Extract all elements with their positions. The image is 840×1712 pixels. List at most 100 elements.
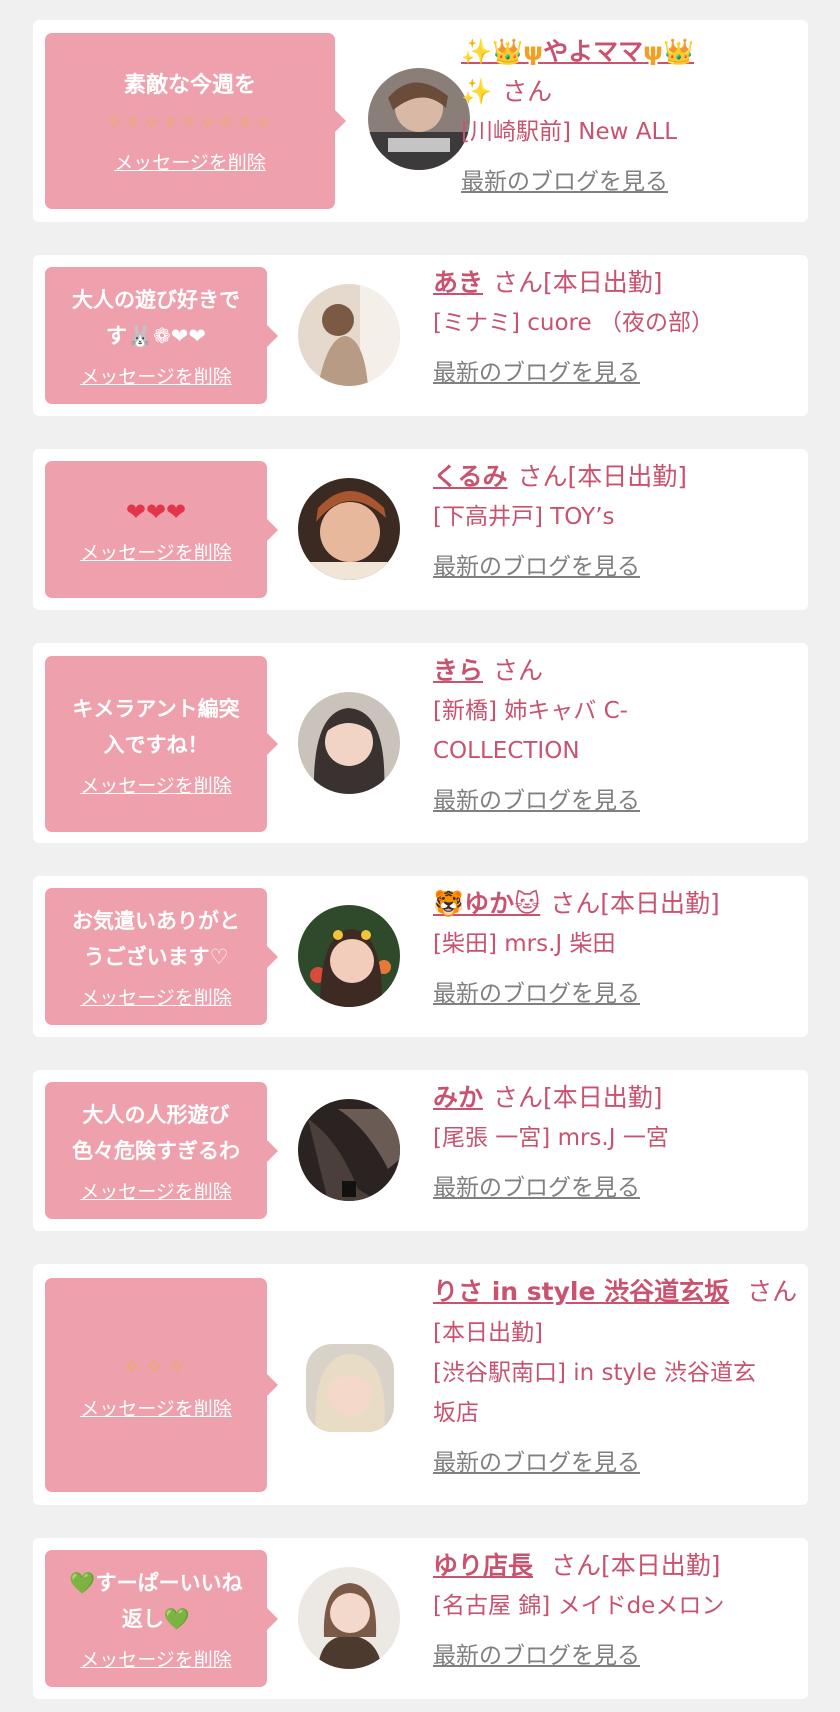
avatar[interactable] <box>298 478 400 580</box>
cast-info: きら さん [新橋] 姉キャバ C- COLLECTION 最新のブログを見る <box>433 651 803 815</box>
name-line: あき さん[本日出勤] <box>433 263 803 303</box>
cast-info: くるみ さん[本日出勤] [下高井戸] TOY’s 最新のブログを見る <box>433 457 803 581</box>
delete-message-link[interactable]: メッセージを削除 <box>80 771 232 798</box>
delete-message-link[interactable]: メッセージを削除 <box>80 1177 232 1204</box>
message-card: お気遣いありがと うございます♡ メッセージを削除 🐯ゆか🐱 さん[本日出勤] [… <box>33 876 808 1037</box>
shop-name: [川崎駅前] New ALL <box>461 119 678 145</box>
cast-name-link[interactable]: ✨👑ψやよママψ👑 <box>461 37 694 66</box>
message-text: ✧✧✧ <box>122 1354 190 1380</box>
avatar[interactable] <box>298 284 400 386</box>
avatar-image <box>298 1099 400 1201</box>
avatar-image <box>298 692 400 794</box>
delete-message-link[interactable]: メッセージを削除 <box>80 362 232 389</box>
shop-name: [ミナミ] cuore （夜の部） <box>433 310 714 336</box>
name-line: ✨👑ψやよママψ👑 ✨ さん <box>461 32 801 112</box>
avatar[interactable] <box>298 905 400 1007</box>
shop-name: [柴田] mrs.J 柴田 <box>433 931 616 957</box>
message-card: ✧✧✧ メッセージを削除 りさ in style 渋谷道玄坂 さん [本日出勤] … <box>33 1264 808 1505</box>
cast-info: 🐯ゆか🐱 さん[本日出勤] [柴田] mrs.J 柴田 最新のブログを見る <box>433 884 803 1008</box>
delete-message-link[interactable]: メッセージを削除 <box>80 538 232 565</box>
cast-name-link[interactable]: みか <box>433 1083 483 1112</box>
delete-message-link[interactable]: メッセージを削除 <box>80 983 232 1010</box>
cast-name-link[interactable]: あき <box>433 268 483 297</box>
message-text: キメラアント編突 入ですね！ <box>72 696 240 757</box>
honorific: さん <box>493 656 544 685</box>
name-prefix: ✨👑ψ <box>461 37 544 66</box>
avatar[interactable] <box>306 1344 394 1432</box>
latest-blog-link[interactable]: 最新のブログを見る <box>433 547 640 581</box>
avatar[interactable] <box>298 1567 400 1669</box>
cast-info: ゆり店長 さん[本日出勤] [名古屋 錦] メイドdeメロン 最新のブログを見る <box>433 1546 803 1670</box>
message-text: 💚すーぱーいいね 返し💚 <box>69 1571 243 1631</box>
cast-info: あき さん[本日出勤] [ミナミ] cuore （夜の部） 最新のブログを見る <box>433 263 803 387</box>
honorific: さん[本日出勤] <box>493 268 663 297</box>
message-card: 大人の遊び好きで す🐰❁❤❤ メッセージを削除 あき さん[本日出勤] [ミナミ]… <box>33 255 808 416</box>
message-bubble: ✧✧✧ メッセージを削除 <box>45 1278 278 1492</box>
delete-message-link[interactable]: メッセージを削除 <box>80 1394 232 1421</box>
name-line: 🐯ゆか🐱 さん[本日出勤] <box>433 884 803 924</box>
shop-name: [尾張 一宮] mrs.J 一宮 <box>433 1125 669 1151</box>
message-bubble: 素敵な今週を ✧✧✧✧✧✧✧✧✧ メッセージを削除 <box>45 33 346 209</box>
cast-name-link[interactable]: 🐯ゆか🐱 <box>433 889 540 918</box>
name-line: きら さん <box>433 651 803 691</box>
latest-blog-link[interactable]: 最新のブログを見る <box>433 1636 640 1670</box>
message-text: 大人の人形遊び 色々危険すぎるわ <box>72 1103 240 1163</box>
cast-info: ✨👑ψやよママψ👑 ✨ さん [川崎駅前] New ALL 最新のブログを見る <box>461 32 801 196</box>
message-card: キメラアント編突 入ですね！ メッセージを削除 きら さん [新橋] 姉キャバ C… <box>33 643 808 843</box>
cast-name-link[interactable]: りさ in style 渋谷道玄坂 <box>433 1277 729 1306</box>
shop-name: [渋谷駅南口] in style 渋谷道玄 坂店 <box>433 1360 756 1426</box>
message-card: 素敵な今週を ✧✧✧✧✧✧✧✧✧ メッセージを削除 ✨👑ψやよママψ👑 ✨ さん … <box>33 20 808 222</box>
avatar-image <box>298 478 400 580</box>
honorific: さん <box>747 1277 798 1306</box>
cast-name-link[interactable]: ゆり店長 <box>433 1551 533 1580</box>
delete-message-link[interactable]: メッセージを削除 <box>80 1645 232 1672</box>
name-line: りさ in style 渋谷道玄坂 さん [本日出勤] <box>433 1272 808 1353</box>
message-card: ❤❤❤ メッセージを削除 くるみ さん[本日出勤] [下高井戸] TOY’s 最新… <box>33 449 808 610</box>
avatar-image <box>298 905 400 1007</box>
honorific: さん <box>502 77 553 106</box>
message-text-sparkles: ✧✧✧✧✧✧✧✧✧ <box>105 109 275 134</box>
attendance-status: [本日出勤] <box>433 1320 543 1346</box>
name-suffix: ψ👑 <box>643 37 695 66</box>
honorific: さん[本日出勤] <box>493 1083 663 1112</box>
honorific: さん[本日出勤] <box>550 889 720 918</box>
shop-name: [下高井戸] TOY’s <box>433 504 615 530</box>
avatar-image <box>298 284 400 386</box>
cast-info: りさ in style 渋谷道玄坂 さん [本日出勤] [渋谷駅南口] in st… <box>433 1272 808 1477</box>
latest-blog-link[interactable]: 最新のブログを見る <box>433 1443 640 1477</box>
latest-blog-link[interactable]: 最新のブログを見る <box>433 781 640 815</box>
message-card: 大人の人形遊び 色々危険すぎるわ メッセージを削除 みか さん[本日出勤] [尾張… <box>33 1070 808 1231</box>
latest-blog-link[interactable]: 最新のブログを見る <box>433 1168 640 1202</box>
honorific: さん[本日出勤] <box>517 462 688 491</box>
shop-name: [新橋] 姉キャバ C- COLLECTION <box>433 698 628 764</box>
latest-blog-link[interactable]: 最新のブログを見る <box>461 162 668 196</box>
message-bubble: 大人の遊び好きで す🐰❁❤❤ メッセージを削除 <box>45 267 278 404</box>
latest-blog-link[interactable]: 最新のブログを見る <box>433 353 640 387</box>
message-bubble: ❤❤❤ メッセージを削除 <box>45 461 278 598</box>
shop-name: [名古屋 錦] メイドdeメロン <box>433 1593 725 1619</box>
honorific: さん[本日出勤] <box>551 1551 721 1580</box>
avatar[interactable] <box>368 68 470 170</box>
message-bubble: キメラアント編突 入ですね！ メッセージを削除 <box>45 656 278 832</box>
cast-name-link[interactable]: くるみ <box>433 462 508 491</box>
cast-name: やよママ <box>543 37 644 66</box>
avatar[interactable] <box>298 1099 400 1201</box>
message-text: 大人の遊び好きで す🐰❁❤❤ <box>72 288 240 348</box>
message-card: 💚すーぱーいいね 返し💚 メッセージを削除 ゆり店長 さん[本日出勤] [名古屋 … <box>33 1538 808 1699</box>
name-line2: ✨ <box>461 77 493 106</box>
message-bubble: お気遣いありがと うございます♡ メッセージを削除 <box>45 888 278 1025</box>
avatar-image <box>298 1567 400 1669</box>
avatar[interactable] <box>298 692 400 794</box>
message-bubble: 大人の人形遊び 色々危険すぎるわ メッセージを削除 <box>45 1082 278 1219</box>
delete-message-link[interactable]: メッセージを削除 <box>114 148 266 175</box>
message-text: ❤❤❤ <box>125 498 187 526</box>
name-line: くるみ さん[本日出勤] <box>433 457 803 497</box>
message-text: お気遣いありがと うございます♡ <box>72 909 240 969</box>
cast-info: みか さん[本日出勤] [尾張 一宮] mrs.J 一宮 最新のブログを見る <box>433 1078 803 1202</box>
latest-blog-link[interactable]: 最新のブログを見る <box>433 974 640 1008</box>
name-line: みか さん[本日出勤] <box>433 1078 803 1118</box>
cast-name-link[interactable]: きら <box>433 656 483 685</box>
avatar-image <box>306 1344 394 1432</box>
message-bubble: 💚すーぱーいいね 返し💚 メッセージを削除 <box>45 1550 278 1687</box>
message-text: 素敵な今週を <box>123 72 256 98</box>
